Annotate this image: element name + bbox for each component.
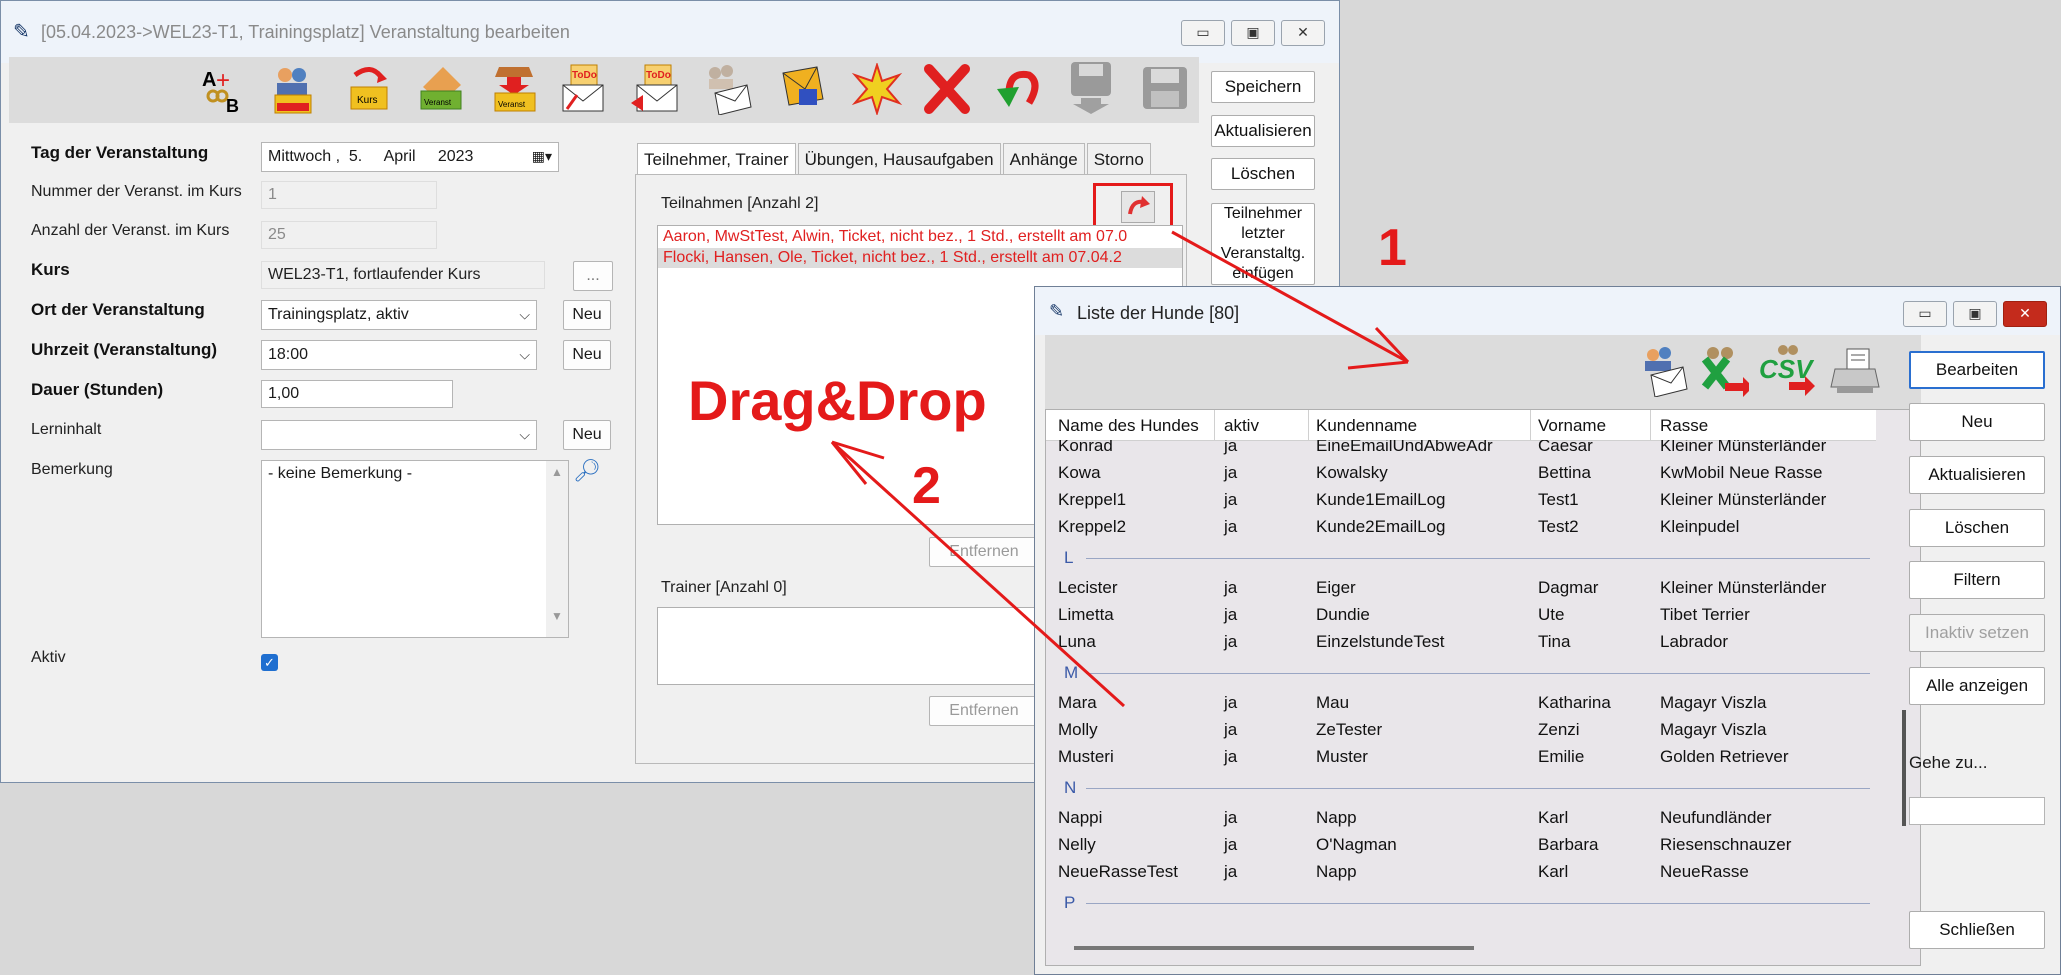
step-1-label: 1 xyxy=(1378,219,1407,277)
dragdrop-label: Drag&Drop xyxy=(688,369,987,432)
step-2-label: 2 xyxy=(912,457,941,515)
annotation-arrows xyxy=(830,230,1410,708)
